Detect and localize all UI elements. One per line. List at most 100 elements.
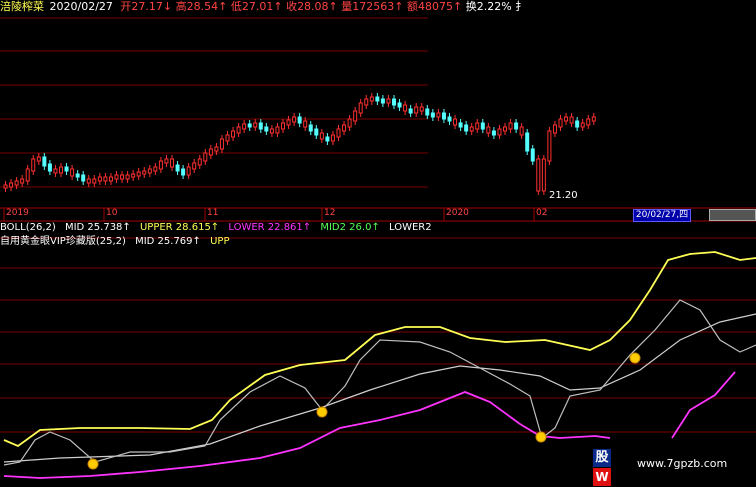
candle-body bbox=[375, 96, 380, 102]
candle-body bbox=[147, 168, 152, 174]
boll-name: BOLL(26,2) bbox=[0, 222, 56, 233]
candle-body bbox=[70, 168, 75, 177]
candle-body bbox=[552, 124, 557, 134]
candle-body bbox=[31, 158, 36, 172]
candle-body bbox=[242, 123, 247, 130]
candle-body bbox=[486, 126, 491, 134]
candle-body bbox=[97, 176, 102, 182]
candle-body bbox=[414, 106, 419, 114]
boll-mid2: MID2 26.0↑ bbox=[320, 222, 380, 233]
candle-body bbox=[403, 104, 408, 112]
candle-body bbox=[42, 156, 47, 167]
candle-body bbox=[108, 176, 113, 182]
candle-body bbox=[53, 168, 58, 174]
candle-body bbox=[181, 168, 186, 176]
candle-body bbox=[319, 132, 324, 140]
candle-body bbox=[36, 156, 41, 162]
candle-body bbox=[153, 166, 158, 172]
candle-body bbox=[525, 132, 530, 152]
candle-body bbox=[203, 152, 208, 162]
indicator-mid: MID 25.769↑ bbox=[135, 236, 201, 247]
candle-body bbox=[358, 102, 363, 114]
candle-body bbox=[586, 118, 591, 126]
month-label-12: 12 bbox=[324, 208, 336, 218]
candle-body bbox=[508, 122, 513, 130]
candle-body bbox=[380, 98, 385, 104]
candle-body bbox=[441, 112, 446, 120]
candle-body bbox=[575, 120, 580, 128]
candle-body bbox=[541, 158, 546, 192]
candle-body bbox=[336, 128, 341, 138]
candle-body bbox=[231, 130, 236, 138]
candle-body bbox=[469, 126, 474, 132]
boll-lower: LOWER 22.861↑ bbox=[228, 222, 312, 233]
watermark-url: www.7gpzb.com bbox=[637, 457, 728, 470]
boll-upper: UPPER 28.615↑ bbox=[139, 222, 220, 233]
candle-body bbox=[591, 116, 596, 122]
candle-body bbox=[131, 173, 136, 178]
candle-body bbox=[569, 116, 574, 124]
candle-body bbox=[269, 128, 274, 134]
candle-body bbox=[519, 126, 524, 136]
candle-body bbox=[208, 148, 213, 156]
watermark-logo-bottom: W bbox=[593, 468, 611, 486]
indicator-upper: UPP bbox=[210, 236, 230, 247]
candle-body bbox=[475, 122, 480, 130]
smiley-marker-icon bbox=[316, 406, 328, 418]
stock-chart-window[interactable]: 涪陵榨菜 2020/02/27 开27.17↓ 高28.54↑ 低27.01↑ … bbox=[0, 0, 756, 487]
candle-body bbox=[47, 163, 52, 172]
candle-body bbox=[197, 158, 202, 166]
candle-body bbox=[281, 122, 285, 130]
candle-body bbox=[547, 130, 552, 162]
month-label-10: 10 bbox=[106, 208, 118, 218]
smiley-marker-icon bbox=[87, 458, 99, 470]
candle-body bbox=[503, 126, 507, 132]
lower-band-line-2 bbox=[671, 371, 736, 439]
boll-mid: MID 25.738↑ bbox=[64, 222, 131, 233]
candle-body bbox=[580, 122, 585, 128]
candle-body bbox=[514, 122, 519, 130]
candle-body bbox=[192, 162, 197, 170]
chart-scrollbar[interactable] bbox=[709, 209, 756, 221]
candle-body bbox=[120, 174, 125, 180]
candle-body bbox=[158, 160, 163, 170]
candle-body bbox=[86, 178, 91, 184]
candle-body bbox=[175, 164, 180, 172]
candle-body bbox=[292, 116, 297, 123]
candle-body bbox=[75, 173, 80, 178]
candle-body bbox=[392, 98, 396, 106]
candle-body bbox=[253, 122, 258, 128]
candle-body bbox=[342, 124, 347, 132]
candle-body bbox=[164, 158, 169, 164]
current-date-box: 20/02/27,四 bbox=[633, 209, 691, 222]
candle-body bbox=[136, 171, 141, 177]
candle-body bbox=[14, 180, 19, 186]
candle-body bbox=[369, 96, 374, 102]
candle-body bbox=[530, 148, 535, 162]
candle-body bbox=[114, 174, 119, 180]
watermark-logo-top: 股 bbox=[593, 449, 611, 467]
candle-body bbox=[425, 108, 430, 116]
candle-body bbox=[264, 126, 269, 132]
month-label-2019: 2019 bbox=[6, 208, 29, 218]
boll-legend: BOLL(26,2) MID 25.738↑ UPPER 28.615↑ LOW… bbox=[0, 222, 435, 234]
candle-body bbox=[9, 182, 14, 188]
upper-band-line bbox=[3, 251, 756, 448]
candle-body bbox=[303, 120, 308, 128]
candle-body bbox=[419, 106, 424, 112]
candle-body bbox=[558, 118, 563, 128]
candle-body bbox=[219, 138, 224, 150]
candle-body bbox=[170, 158, 174, 168]
candle-body bbox=[464, 124, 469, 132]
candle-body bbox=[386, 98, 391, 104]
candle-body bbox=[81, 174, 86, 182]
candle-body bbox=[364, 98, 369, 106]
candle-body bbox=[3, 184, 8, 189]
candle-body bbox=[125, 174, 130, 180]
mid-band-line bbox=[3, 313, 756, 463]
month-label-2020: 2020 bbox=[446, 208, 469, 218]
candle-body bbox=[536, 158, 541, 192]
candle-body bbox=[436, 112, 441, 118]
candle-body bbox=[247, 123, 252, 128]
month-label-02: 02 bbox=[536, 208, 548, 218]
